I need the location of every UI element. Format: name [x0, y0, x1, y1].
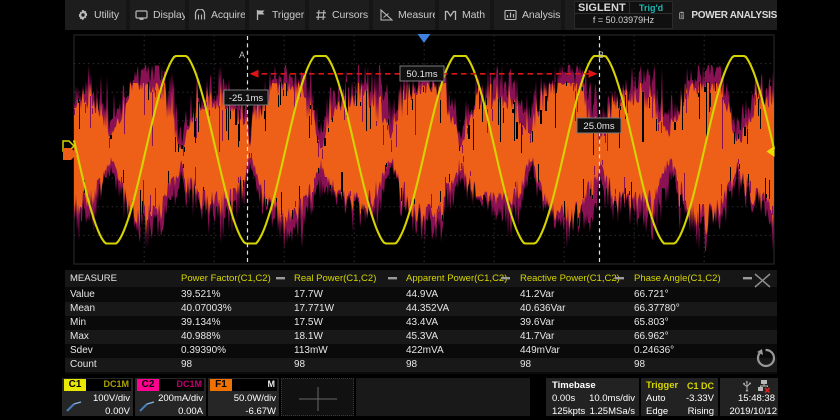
svg-text:A: A	[239, 50, 245, 60]
svg-text:50.1ms: 50.1ms	[406, 69, 437, 80]
svg-text:25.0ms: 25.0ms	[583, 121, 614, 132]
svg-text:-25.1ms: -25.1ms	[229, 93, 264, 104]
svg-text:B: B	[598, 50, 604, 60]
